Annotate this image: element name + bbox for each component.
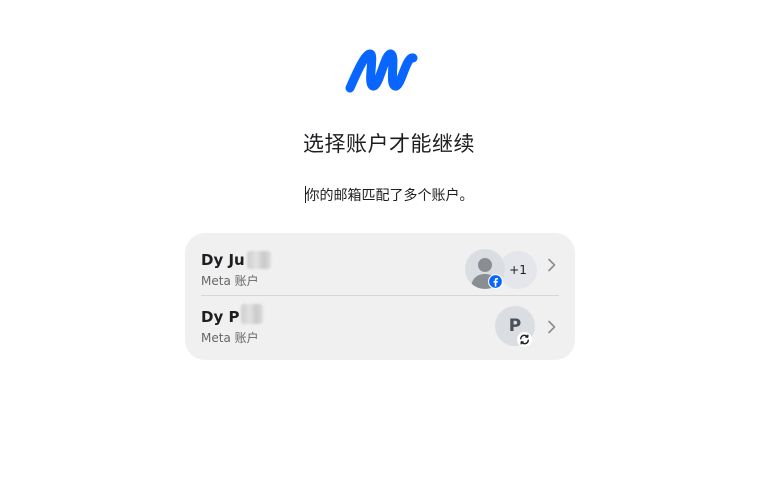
redacted-name-blur xyxy=(246,251,271,269)
page-title: 选择账户才能继续 xyxy=(303,132,475,156)
account-type-label: Meta 账户 xyxy=(201,331,259,345)
account-chooser-page: 选择账户才能继续 你的邮箱匹配了多个账户。 Dy Ju Meta 账户 +1 D… xyxy=(0,0,778,479)
account-name: Dy Ju xyxy=(201,251,271,269)
chevron-right-icon xyxy=(548,320,556,334)
sync-badge-icon xyxy=(517,332,532,347)
account-row-2[interactable]: Dy P Meta 账户 P xyxy=(185,296,575,358)
chevron-right-icon xyxy=(548,258,556,272)
facebook-badge-icon xyxy=(488,274,503,289)
redacted-name-blur xyxy=(241,304,264,324)
account-row-1[interactable]: Dy Ju Meta 账户 +1 xyxy=(185,233,575,295)
account-type-label: Meta 账户 xyxy=(201,274,259,288)
meta-m-logo xyxy=(345,49,418,93)
account-name: Dy P xyxy=(201,304,264,326)
page-subtitle: 你的邮箱匹配了多个账户。 xyxy=(305,188,474,204)
page-subtitle-wrapper: 你的邮箱匹配了多个账户。 xyxy=(0,185,778,205)
account-list-card: Dy Ju Meta 账户 +1 Dy P Meta 账户 P xyxy=(185,233,575,360)
